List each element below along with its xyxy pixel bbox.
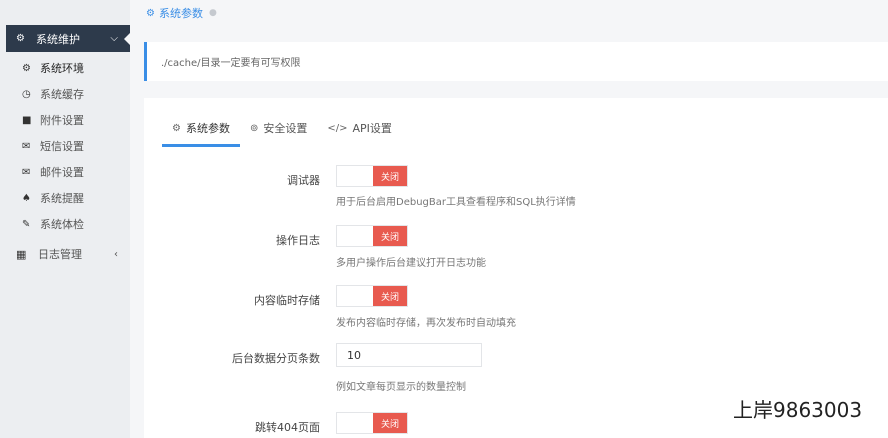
page404-label: 跳转404页面 <box>255 421 320 434</box>
wrench-icon: ✎ <box>22 218 31 230</box>
notice-callout: ./cache/目录一定要有可写权限 <box>144 42 888 81</box>
chevron-left-icon: ‹ <box>114 248 118 260</box>
calendar-icon: ▦ <box>16 247 27 261</box>
tab-label: API设置 <box>352 122 392 135</box>
close-tab-icon[interactable]: ● <box>209 8 217 18</box>
debugger-label: 调试器 <box>287 174 320 187</box>
sidebar-group-label: 日志管理 <box>38 248 82 261</box>
toggle-off-label: 关闭 <box>373 286 407 306</box>
code-icon: </> <box>327 122 348 134</box>
chevron-down-icon: ⌵ <box>110 33 118 44</box>
tab-api-settings[interactable]: </> API设置 <box>317 112 402 144</box>
gear-icon: ⚙ <box>22 62 31 74</box>
sidebar-item-label: 附件设置 <box>40 114 84 127</box>
folder-icon: ■ <box>22 114 32 126</box>
sidebar-item-label: 系统环境 <box>40 62 84 75</box>
mail-open-icon: ✉ <box>22 166 31 178</box>
sidebar-item-system-cache[interactable]: ◷ 系统缓存 <box>22 84 84 104</box>
sidebar-item-label: 系统体检 <box>40 218 84 231</box>
shield-icon: ⊚ <box>249 122 259 134</box>
tab-security-settings[interactable]: ⊚ 安全设置 <box>240 112 317 144</box>
sidebar-item-attachment-settings[interactable]: ■ 附件设置 <box>22 110 84 130</box>
sidebar-group-log-management[interactable]: ▦ 日志管理 ‹ <box>16 244 124 264</box>
tempstore-toggle[interactable]: 关闭 <box>336 285 408 307</box>
sidebar-group-label: 系统维护 <box>36 32 80 46</box>
toggle-off-label: 关闭 <box>373 413 407 433</box>
debugger-toggle[interactable]: 关闭 <box>336 165 408 187</box>
sidebar-item-label: 系统提醒 <box>40 192 84 205</box>
tab-system-params[interactable]: ⚙ 系统参数 <box>162 112 240 147</box>
sidebar-item-system-check[interactable]: ✎ 系统体检 <box>22 214 84 234</box>
oplog-toggle[interactable]: 关闭 <box>336 225 408 247</box>
clock-icon: ◷ <box>22 88 31 100</box>
sidebar-item-label: 系统缓存 <box>40 88 84 101</box>
tab-bar: ⚙ 系统参数 ⊚ 安全设置 </> API设置 <box>162 112 402 147</box>
settings-card: ⚙ 系统参数 ⊚ 安全设置 </> API设置 调试器 关闭 用于后台启用Deb… <box>144 98 888 438</box>
notice-text: ./cache/目录一定要有可写权限 <box>161 58 301 69</box>
tab-label: 系统参数 <box>185 122 230 135</box>
sidebar-group-system-maintenance[interactable]: ⚙ 系统维护 ⌵ <box>6 25 130 52</box>
tempstore-help: 发布内容临时存储，再次发布时自动填充 <box>336 318 516 329</box>
pagesize-label: 后台数据分页条数 <box>232 352 320 365</box>
gear-icon: ⚙ <box>172 122 181 134</box>
sidebar-item-sms-settings[interactable]: ✉ 短信设置 <box>22 136 84 156</box>
pagesize-help: 例如文章每页显示的数量控制 <box>336 382 466 393</box>
gear-icon: ⚙ <box>146 7 155 19</box>
bell-icon: ♠ <box>22 192 31 204</box>
oplog-help: 多用户操作后台建议打开日志功能 <box>336 258 486 269</box>
oplog-label: 操作日志 <box>276 234 320 247</box>
sidebar-item-system-env[interactable]: ⚙ 系统环境 <box>22 58 84 78</box>
debugger-help: 用于后台启用DebugBar工具查看程序和SQL执行详情 <box>336 197 576 208</box>
watermark-text: 上岸9863003 <box>733 398 863 422</box>
sidebar-item-system-reminder[interactable]: ♠ 系统提醒 <box>22 188 84 208</box>
gear-icon: ⚙ <box>16 33 25 44</box>
sidebar: ⚙ 系统维护 ⌵ ⚙ 系统环境 ◷ 系统缓存 ■ 附件设置 ✉ 短信设置 ✉ 邮… <box>0 0 130 438</box>
sidebar-item-label: 短信设置 <box>40 140 84 153</box>
main-content: ⚙ 系统参数 ● ./cache/目录一定要有可写权限 ⚙ 系统参数 ⊚ 安全设… <box>130 0 888 438</box>
page404-toggle[interactable]: 关闭 <box>336 412 408 434</box>
breadcrumb[interactable]: ⚙ 系统参数 ● <box>146 4 217 22</box>
toggle-off-label: 关闭 <box>373 166 407 186</box>
sidebar-item-mail-settings[interactable]: ✉ 邮件设置 <box>22 162 84 182</box>
pagesize-input[interactable] <box>336 343 482 367</box>
tempstore-label: 内容临时存储 <box>254 294 320 307</box>
envelope-icon: ✉ <box>22 140 31 152</box>
toggle-off-label: 关闭 <box>373 226 407 246</box>
tab-label: 安全设置 <box>263 122 308 135</box>
sidebar-item-label: 邮件设置 <box>40 166 84 179</box>
breadcrumb-label: 系统参数 <box>158 7 203 20</box>
